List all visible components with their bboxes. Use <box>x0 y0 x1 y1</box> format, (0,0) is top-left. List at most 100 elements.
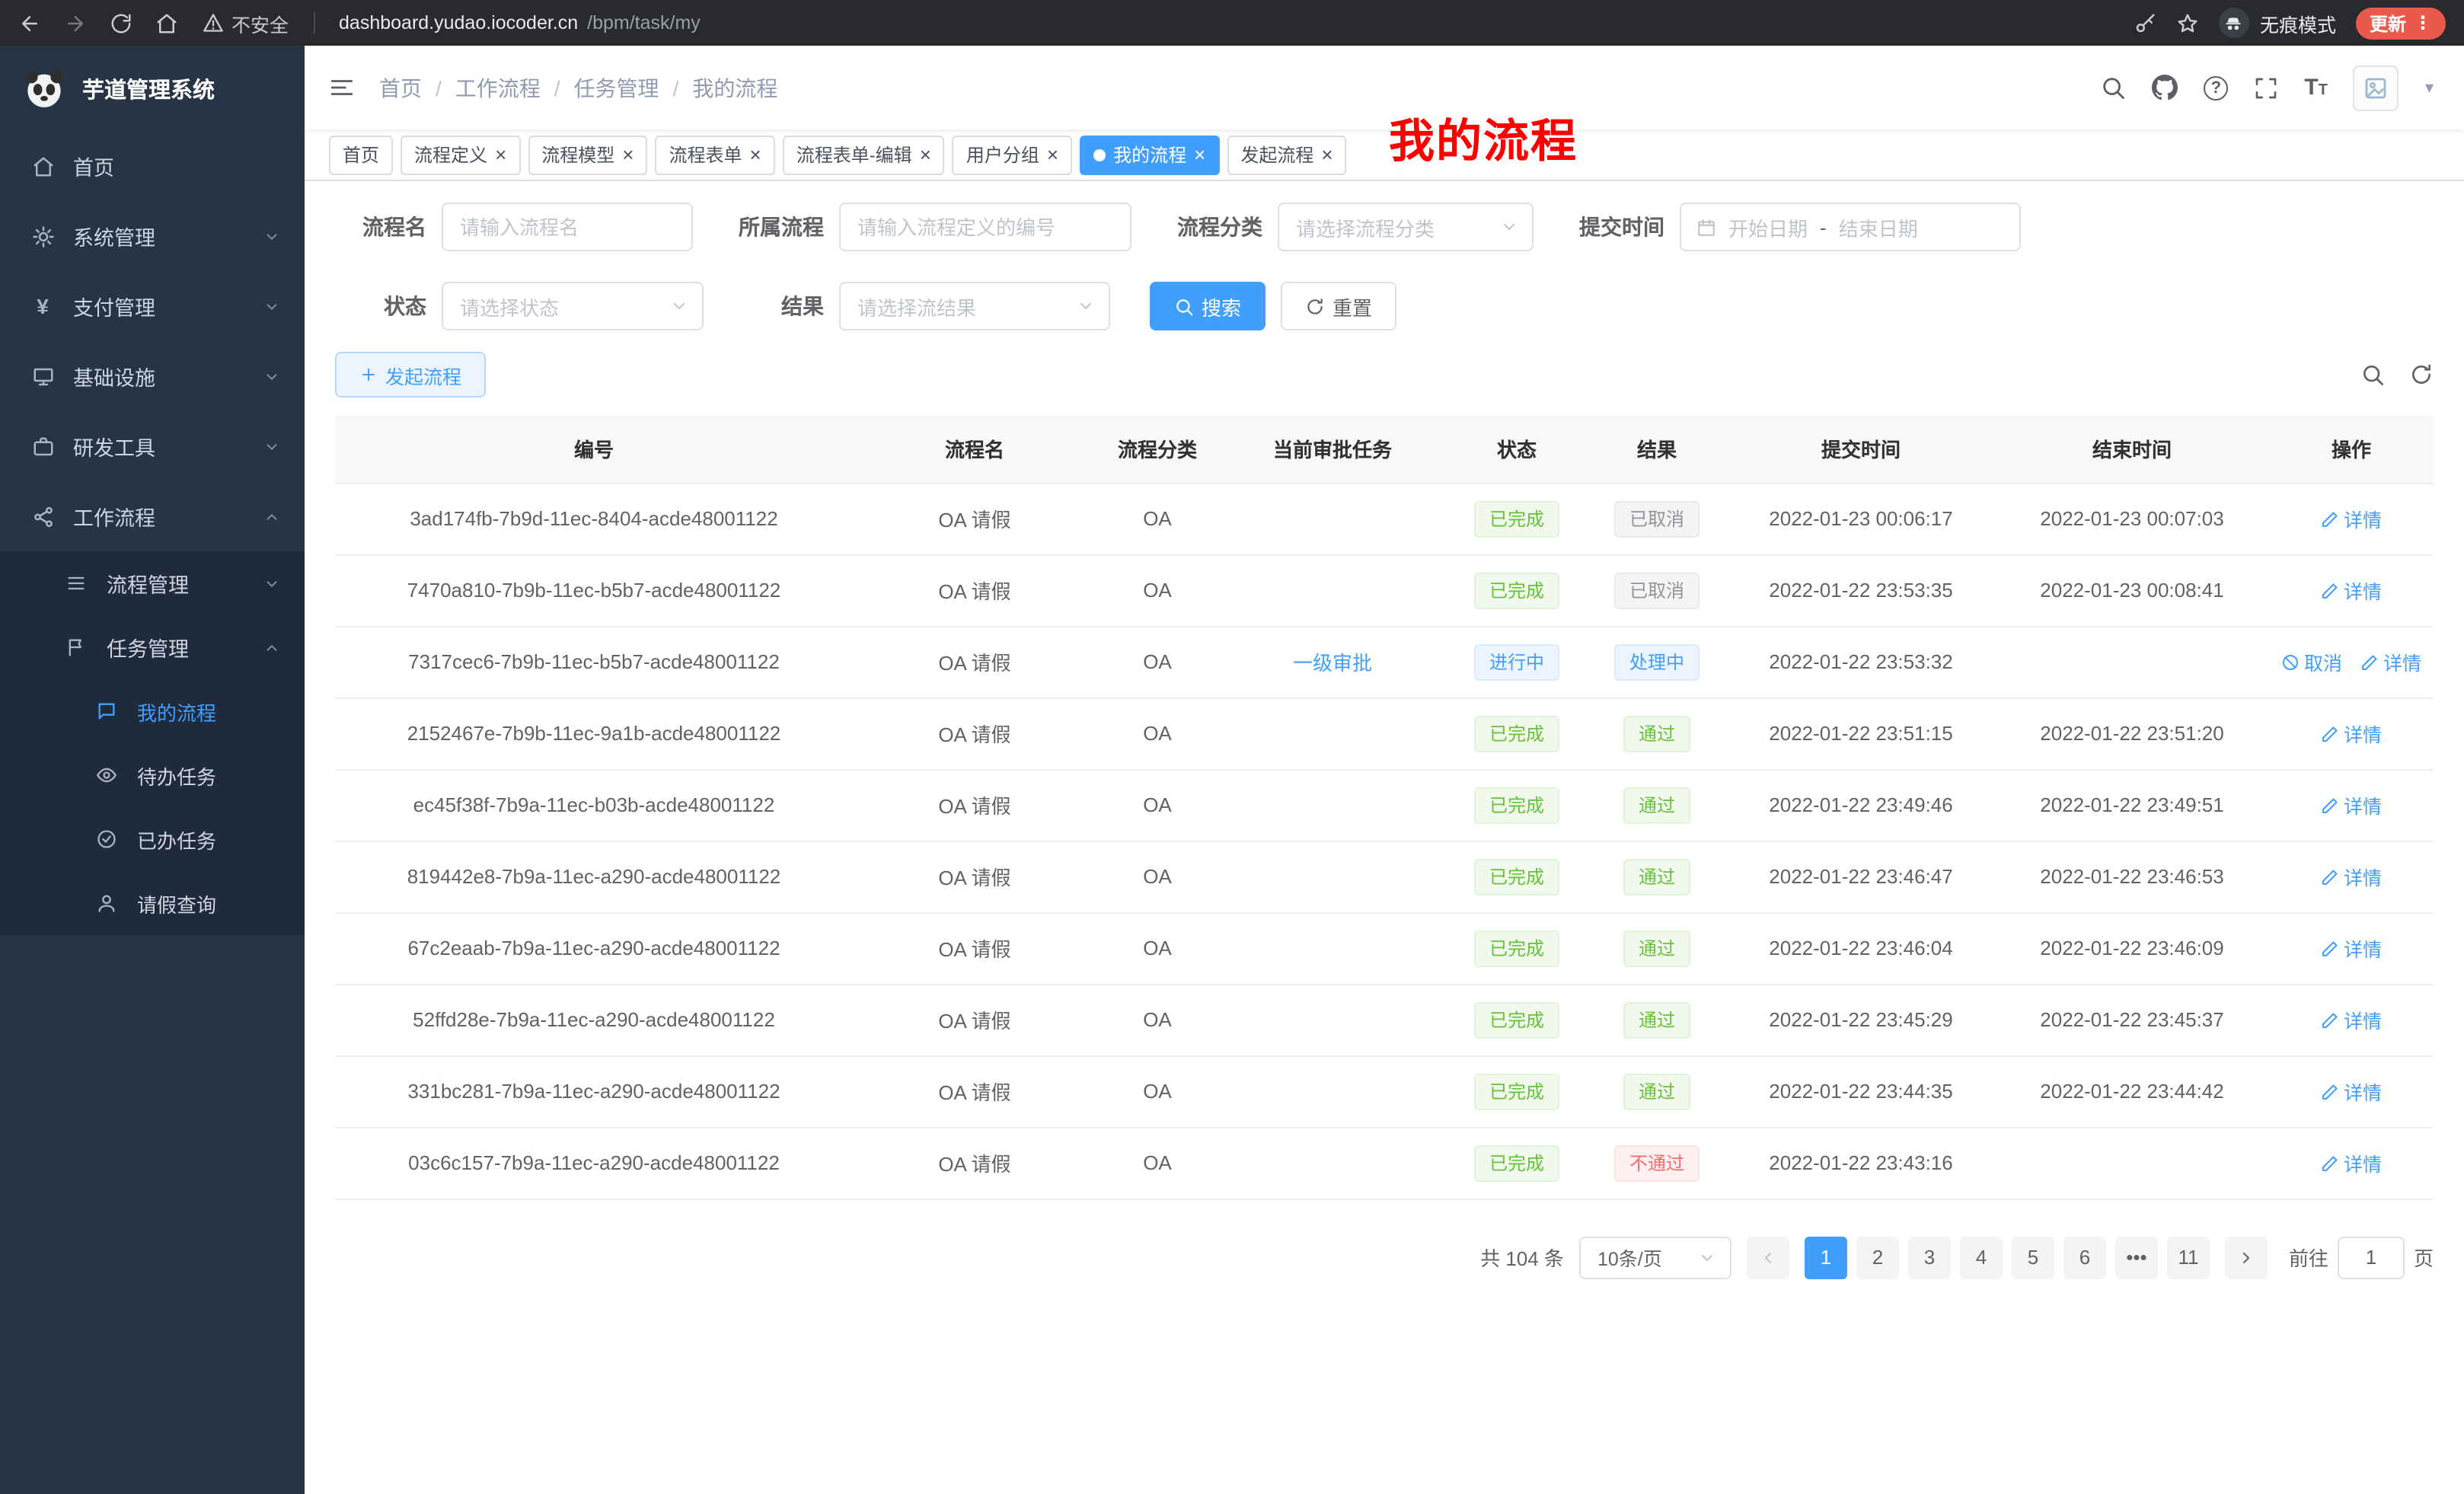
table-row[interactable]: 7317cec6-7b9b-11ec-b5b7-acde48001122 OA … <box>335 626 2434 698</box>
page-button[interactable]: 2 <box>1856 1236 1899 1279</box>
tab-close-icon[interactable]: × <box>1047 145 1058 164</box>
process-name-input[interactable] <box>442 203 693 251</box>
definition-input[interactable] <box>839 203 1131 251</box>
tab[interactable]: 流程表单-编辑 × <box>783 135 945 174</box>
table-row[interactable]: 52ffd28e-7b9a-11ec-a290-acde48001122 OA … <box>335 984 2434 1055</box>
page-button[interactable]: 4 <box>1960 1236 2003 1279</box>
breadcrumb-item[interactable]: 首页 <box>379 72 422 103</box>
forward-icon[interactable] <box>64 11 87 34</box>
tab[interactable]: 首页 <box>329 135 393 174</box>
result-badge: 处理中 <box>1614 643 1700 680</box>
detail-action-link[interactable]: 详情 <box>2321 504 2382 533</box>
refresh-table-icon[interactable] <box>2409 362 2434 387</box>
reset-button[interactable]: 重置 <box>1281 282 1396 330</box>
cancel-action-link[interactable]: 取消 <box>2281 647 2342 676</box>
result-select[interactable]: 请选择流结果 <box>839 282 1110 330</box>
create-process-button[interactable]: 发起流程 <box>335 352 486 397</box>
sidebar-item-process-management[interactable]: 流程管理 <box>0 551 305 615</box>
font-size-icon[interactable]: TT <box>2304 76 2328 99</box>
status-select[interactable]: 请选择状态 <box>442 282 704 330</box>
search-button[interactable]: 搜索 <box>1150 282 1266 330</box>
toggle-search-icon[interactable] <box>2360 362 2385 387</box>
help-icon[interactable]: ? <box>2204 75 2228 100</box>
sidebar-item-infra[interactable]: 基础设施 <box>0 341 305 411</box>
tab[interactable]: 用户分组 × <box>953 135 1072 174</box>
tab-close-icon[interactable]: × <box>920 145 931 164</box>
prev-page-button[interactable] <box>1747 1236 1789 1279</box>
detail-action-link[interactable]: 详情 <box>2321 790 2382 819</box>
submit-time-cell: 2022-01-22 23:46:04 <box>1727 912 1995 984</box>
update-button[interactable]: 更新 ⋮ <box>2356 7 2446 39</box>
sidebar-item-workflow[interactable]: 工作流程 <box>0 481 305 551</box>
github-icon[interactable] <box>2152 75 2178 101</box>
table-row[interactable]: 67c2eaab-7b9a-11ec-a290-acde48001122 OA … <box>335 912 2434 984</box>
table-row[interactable]: 819442e8-7b9a-11ec-a290-acde48001122 OA … <box>335 841 2434 912</box>
breadcrumb-item[interactable]: 任务管理 <box>574 72 659 103</box>
detail-action-link[interactable]: 详情 <box>2321 862 2382 891</box>
search-icon[interactable] <box>2100 75 2126 101</box>
url-bar[interactable]: dashboard.yudao.iocoder.cn/bpm/task/my <box>339 12 2121 34</box>
detail-action-link[interactable]: 详情 <box>2360 647 2421 676</box>
sidebar-collapse-icon[interactable] <box>329 75 355 101</box>
tab-close-icon[interactable]: × <box>495 145 506 164</box>
back-icon[interactable] <box>18 11 41 34</box>
detail-action-link[interactable]: 详情 <box>2321 576 2382 605</box>
category-select[interactable]: 请选择流程分类 <box>1278 203 1534 251</box>
chevron-up-icon <box>263 508 280 525</box>
sidebar-item-payment[interactable]: ¥ 支付管理 <box>0 271 305 341</box>
key-icon[interactable] <box>2134 11 2156 34</box>
app-logo[interactable]: 芋道管理系统 <box>0 46 305 131</box>
caret-down-icon[interactable]: ▾ <box>2425 78 2434 97</box>
page-button[interactable]: 6 <box>2063 1236 2106 1279</box>
sidebar-item-todo-tasks[interactable]: 待办任务 <box>0 743 305 807</box>
sidebar-item-done-tasks[interactable]: 已办任务 <box>0 807 305 871</box>
fullscreen-icon[interactable] <box>2254 75 2278 100</box>
table-row[interactable]: 331bc281-7b9a-11ec-a290-acde48001122 OA … <box>335 1055 2434 1127</box>
detail-action-link[interactable]: 详情 <box>2321 1148 2382 1177</box>
sidebar-item-task-management[interactable]: 任务管理 <box>0 615 305 679</box>
detail-action-link[interactable]: 详情 <box>2321 719 2382 748</box>
tab[interactable]: 发起流程 × <box>1227 135 1346 174</box>
sidebar-item-system[interactable]: 系统管理 <box>0 201 305 271</box>
tab[interactable]: 流程模型 × <box>528 135 647 174</box>
tab-close-icon[interactable]: × <box>750 145 761 164</box>
tab-close-icon[interactable]: × <box>622 145 634 164</box>
home-icon[interactable] <box>155 11 178 34</box>
page-button[interactable]: 11 <box>2167 1236 2210 1279</box>
goto-page-input[interactable] <box>2338 1236 2405 1279</box>
tab-close-icon[interactable]: × <box>1194 145 1205 164</box>
tab[interactable]: 流程定义 × <box>401 135 520 174</box>
security-warning[interactable]: 不安全 <box>203 8 289 37</box>
status-badge: 已完成 <box>1474 572 1559 608</box>
avatar[interactable] <box>2354 65 2399 110</box>
column-header: 编号 <box>335 416 853 483</box>
bookmark-star-icon[interactable] <box>2176 11 2199 34</box>
table-row[interactable]: 2152467e-7b9b-11ec-9a1b-acde48001122 OA … <box>335 698 2434 769</box>
table-row[interactable]: 3ad174fb-7b9d-11ec-8404-acde48001122 OA … <box>335 483 2434 554</box>
date-range-picker[interactable]: 开始日期 - 结束日期 <box>1680 203 2021 251</box>
detail-action-link[interactable]: 详情 <box>2321 1005 2382 1034</box>
tab-close-icon[interactable]: × <box>1321 145 1333 164</box>
menu-dots-icon[interactable]: ⋮ <box>2414 12 2432 34</box>
page-ellipsis[interactable]: ••• <box>2115 1236 2158 1279</box>
tab[interactable]: 我的流程 × <box>1080 135 1219 174</box>
page-button[interactable]: 1 <box>1805 1236 1847 1279</box>
sidebar-item-leave-query[interactable]: 请假查询 <box>0 871 305 935</box>
sidebar-item-devtools[interactable]: 研发工具 <box>0 411 305 481</box>
detail-action-link[interactable]: 详情 <box>2321 934 2382 962</box>
table-row[interactable]: 7470a810-7b9b-11ec-b5b7-acde48001122 OA … <box>335 554 2434 626</box>
table-row[interactable]: 03c6c157-7b9a-11ec-a290-acde48001122 OA … <box>335 1127 2434 1199</box>
page-button[interactable]: 3 <box>1908 1236 1951 1279</box>
tab[interactable]: 流程表单 × <box>655 135 774 174</box>
next-page-button[interactable] <box>2225 1236 2268 1279</box>
breadcrumb-item[interactable]: 工作流程 <box>455 72 541 103</box>
page-size-select[interactable]: 10条/页 <box>1579 1236 1732 1279</box>
page-button[interactable]: 5 <box>2012 1236 2054 1279</box>
sidebar-item-my-processes[interactable]: 我的流程 <box>0 679 305 743</box>
current-task-link[interactable]: 一级审批 <box>1293 652 1372 675</box>
sidebar-item-home[interactable]: 首页 <box>0 131 305 201</box>
reload-icon[interactable] <box>110 11 132 34</box>
update-label: 更新 <box>2370 10 2406 36</box>
table-row[interactable]: ec45f38f-7b9a-11ec-b03b-acde48001122 OA … <box>335 769 2434 841</box>
detail-action-link[interactable]: 详情 <box>2321 1077 2382 1106</box>
